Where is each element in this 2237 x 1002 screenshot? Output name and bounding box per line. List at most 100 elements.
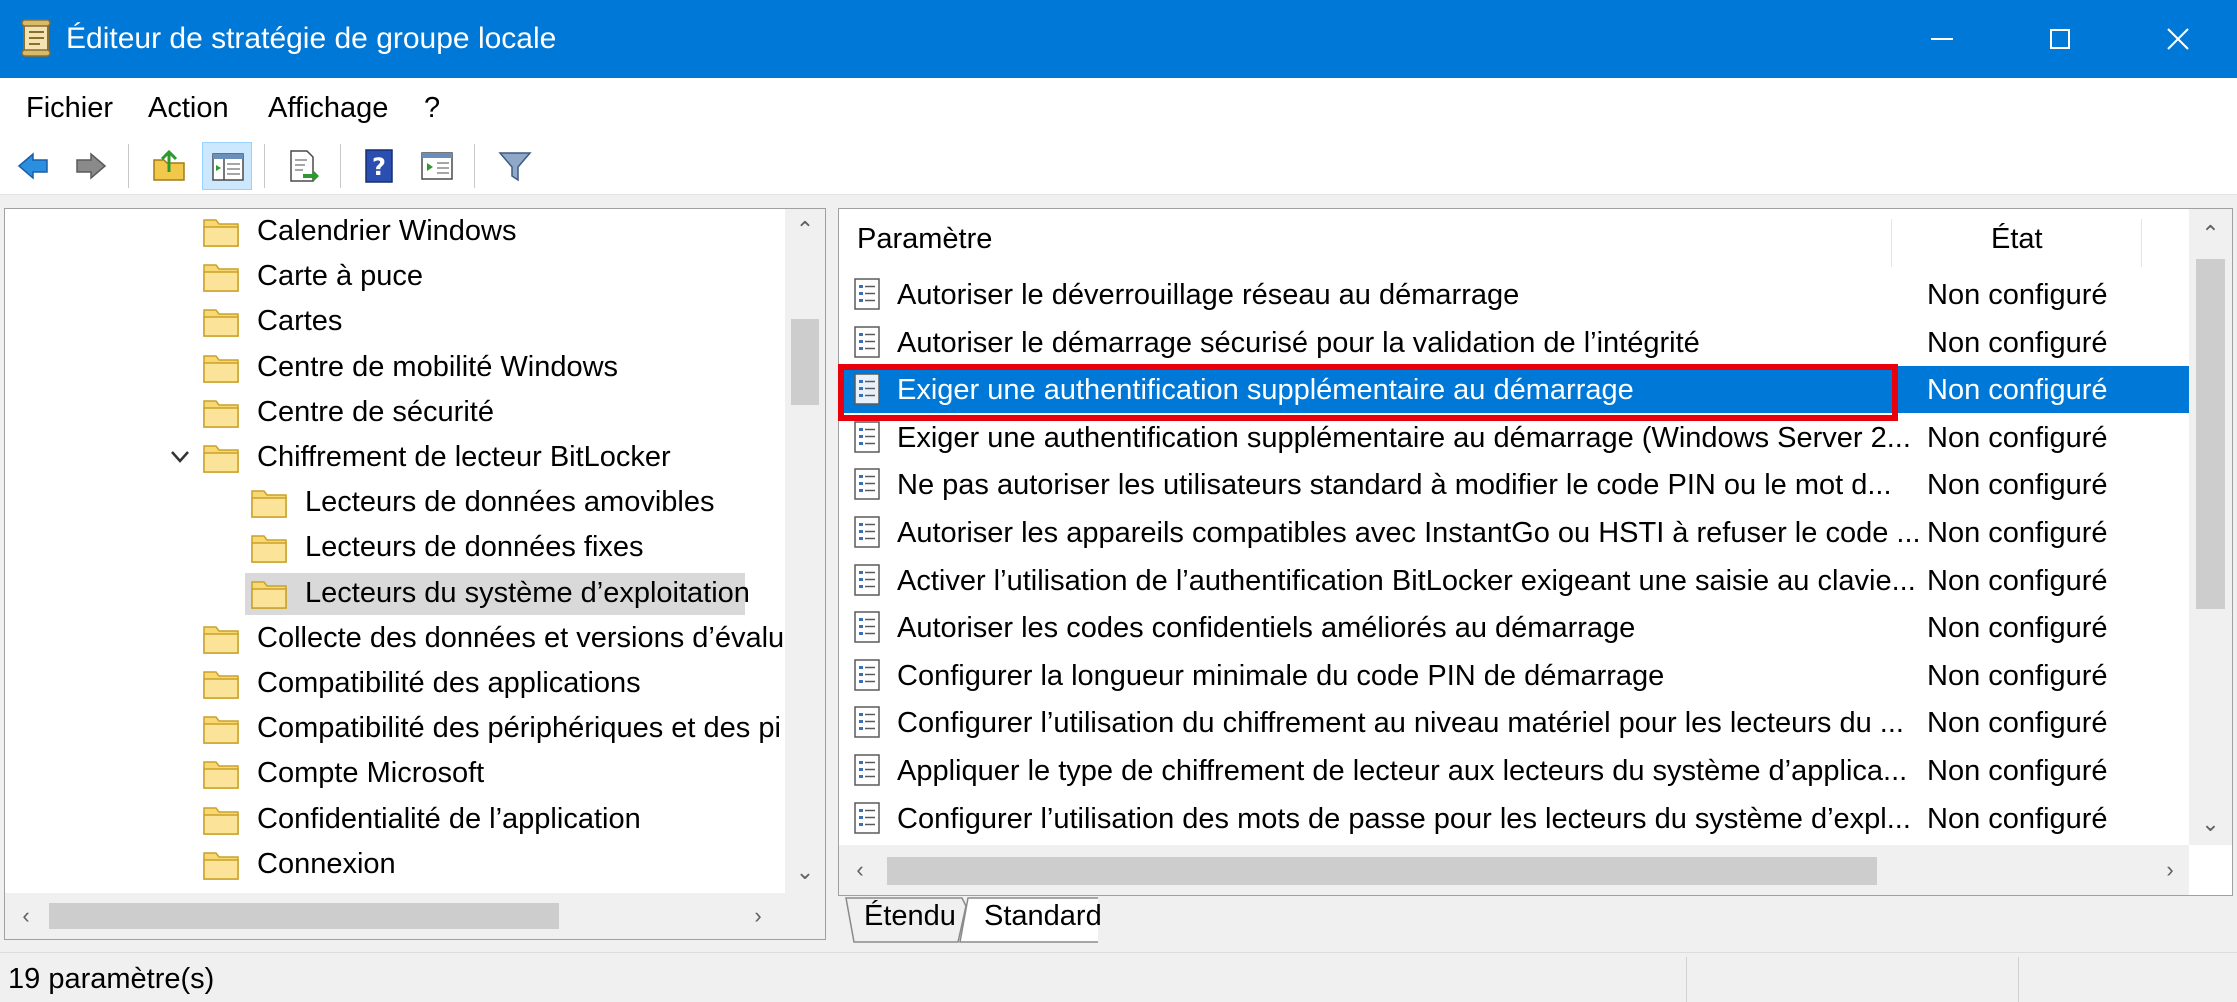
folder-icon (203, 217, 239, 252)
setting-state: Non configuré (1927, 612, 2108, 645)
scroll-right-icon[interactable]: › (743, 905, 773, 927)
tree-item-label: Centre de mobilité Windows (257, 350, 619, 383)
tree-item-label: Carte à puce (257, 260, 424, 293)
settings-list-pane[interactable]: Paramètre État Autoriser le déverrouilla… (838, 208, 2233, 896)
up-folder-icon (153, 149, 185, 181)
folder-icon (251, 488, 287, 523)
window-title: Éditeur de stratégie de groupe locale (66, 22, 557, 55)
tree-item[interactable]: Chiffrement de lecteur BitLocker (5, 435, 787, 480)
minimize-button[interactable] (1883, 0, 2001, 78)
tab-etendu[interactable]: Étendu (864, 896, 956, 940)
tree-item[interactable]: Calendrier Windows (5, 209, 787, 254)
console-tree-icon (212, 153, 244, 181)
menu-action[interactable]: Action (148, 90, 229, 126)
folder-icon (203, 714, 239, 749)
table-row[interactable]: Autoriser le déverrouillage réseau au dé… (839, 271, 2189, 318)
tree-vertical-scrollbar[interactable]: ⌃ ⌄ (785, 209, 825, 893)
tree-item[interactable]: Lecteurs du système d’exploitation (5, 571, 787, 616)
forward-button[interactable] (66, 142, 116, 190)
table-row[interactable]: Autoriser le démarrage sécurisé pour la … (839, 319, 2189, 366)
table-row[interactable]: Ne pas autoriser les utilisateurs standa… (839, 461, 2189, 508)
table-row[interactable]: Autoriser les appareils compatibles avec… (839, 509, 2189, 556)
tree-item[interactable]: Centre de sécurité (5, 390, 787, 435)
menu-affichage[interactable]: Affichage (268, 90, 388, 126)
setting-name: Configurer l’utilisation du chiffrement … (897, 707, 1904, 740)
tree-item-label: Cartes (257, 305, 343, 338)
tree-item-label: Calendrier Windows (257, 215, 517, 247)
policy-setting-icon (853, 658, 883, 697)
setting-state: Non configuré (1927, 279, 2108, 311)
table-row[interactable]: Appliquer le type de chiffrement de lect… (839, 747, 2189, 794)
menu-help[interactable]: ? (424, 90, 440, 126)
policy-setting-icon (853, 515, 883, 554)
tree-item[interactable]: Lecteurs de données fixes (5, 525, 787, 570)
list-hscroll-thumb[interactable] (887, 857, 1877, 885)
policy-setting-icon (853, 610, 883, 649)
tree-item[interactable]: Collecte des données et versions d’évalu… (5, 616, 808, 661)
tree-item[interactable]: Centre de mobilité Windows (5, 345, 787, 390)
setting-state: Non configuré (1927, 517, 2108, 549)
up-folder-button[interactable] (144, 142, 194, 190)
column-header-etat[interactable]: État (1991, 221, 2043, 257)
list-vertical-scrollbar[interactable]: ⌃ ⌄ (2189, 209, 2232, 845)
tree-item[interactable]: Compte Microsoft (5, 751, 787, 796)
list-scroll-left-icon[interactable]: ‹ (845, 859, 875, 881)
list-scroll-right-icon[interactable]: › (2155, 859, 2185, 881)
list-scroll-down-icon[interactable]: ⌄ (2189, 813, 2232, 835)
policy-setting-icon (853, 467, 883, 506)
scroll-down-icon[interactable]: ⌄ (785, 861, 825, 883)
policy-setting-icon (853, 753, 883, 792)
tree-item-label: Compatibilité des périphériques et des p… (257, 712, 781, 745)
extended-view-icon (421, 152, 453, 180)
menu-fichier[interactable]: Fichier (26, 90, 113, 126)
tree-item[interactable]: Compatibilité des périphériques et des p… (5, 706, 787, 751)
tree-vscroll-thumb[interactable] (791, 319, 819, 405)
column-header-parametre[interactable]: Paramètre (857, 221, 992, 257)
tree-item[interactable]: Cartes (5, 299, 787, 344)
tree-item-label: Chiffrement de lecteur BitLocker (257, 441, 671, 473)
table-row[interactable]: Configurer l’utilisation des mots de pas… (839, 795, 2189, 842)
maximize-button[interactable] (2001, 0, 2119, 78)
folder-icon (251, 533, 287, 568)
extended-view-button[interactable] (412, 142, 462, 190)
setting-name: Ne pas autoriser les utilisateurs standa… (897, 469, 1892, 502)
help-button[interactable]: ? (354, 142, 404, 190)
export-list-button[interactable] (278, 142, 328, 190)
tree-item-label: Collecte des données et versions d’évalu… (257, 621, 809, 654)
tree-item[interactable]: Confidentialité de l’application (5, 797, 787, 842)
show-hide-tree-button[interactable] (202, 142, 252, 190)
tree-item[interactable]: Connexion (5, 842, 787, 887)
tree-item[interactable]: Carte à puce (5, 254, 787, 299)
table-row[interactable]: Configurer la longueur minimale du code … (839, 652, 2189, 699)
tree-horizontal-scrollbar[interactable]: ‹ › (5, 893, 825, 939)
policy-setting-icon (853, 325, 883, 364)
list-horizontal-scrollbar[interactable]: ‹ › (839, 845, 2189, 895)
list-scroll-up-icon[interactable]: ⌃ (2189, 223, 2232, 245)
policy-editor-icon (20, 18, 54, 58)
tree-hscroll-thumb[interactable] (49, 903, 559, 929)
scroll-up-icon[interactable]: ⌃ (785, 219, 825, 241)
folder-icon (203, 443, 239, 478)
setting-name: Autoriser le démarrage sécurisé pour la … (897, 326, 1700, 359)
chevron-down-icon[interactable] (169, 449, 191, 470)
setting-name: Autoriser les appareils compatibles avec… (897, 517, 1921, 549)
tree-pane[interactable]: Calendrier Windows Carte à puce Cartes Cent… (4, 208, 826, 940)
scroll-left-icon[interactable]: ‹ (11, 905, 41, 927)
tree-item[interactable]: Compatibilité des applications (5, 661, 787, 706)
table-row[interactable]: Autoriser les codes confidentiels amélio… (839, 604, 2189, 651)
tree-item[interactable]: Lecteurs de données amovibles (5, 480, 787, 525)
table-row[interactable]: Configurer l’utilisation du chiffrement … (839, 699, 2189, 746)
folder-icon (203, 759, 239, 794)
folder-icon (203, 850, 239, 885)
back-button[interactable] (8, 142, 58, 190)
table-row[interactable]: Activer l’utilisation de l’authentificat… (839, 557, 2189, 604)
tab-standard[interactable]: Standard (984, 896, 1102, 940)
folder-icon (203, 669, 239, 704)
filter-button[interactable] (490, 142, 540, 190)
title-bar[interactable]: Éditeur de stratégie de groupe locale (0, 0, 2237, 78)
folder-icon (203, 805, 239, 840)
tree-item-label: Compte Microsoft (257, 757, 485, 790)
close-button[interactable] (2119, 0, 2237, 78)
folder-icon (251, 579, 287, 614)
list-vscroll-thumb[interactable] (2196, 259, 2225, 609)
